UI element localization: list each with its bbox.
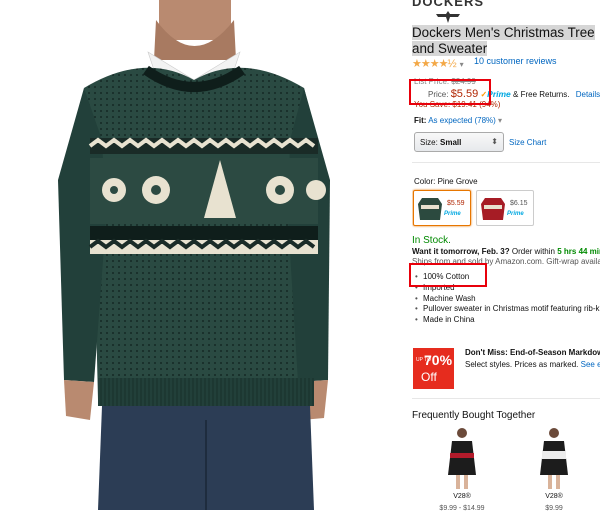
list-item: Pullover sweater in Christmas motif feat… xyxy=(415,304,600,315)
size-select[interactable]: Size: Small ⬍ xyxy=(414,132,504,152)
color-swatch-red[interactable]: $6.15 Prime xyxy=(476,190,534,226)
star-rating[interactable]: ★★★★½ ▾ xyxy=(412,57,464,70)
fbt-item-price: $9.99 xyxy=(545,505,563,512)
promo-badge[interactable]: UP TO 70% Off xyxy=(413,348,454,389)
divider xyxy=(412,162,600,163)
price-highlight-box xyxy=(409,79,491,105)
promo-link[interactable]: See el xyxy=(581,360,600,369)
fbt-item-price: $9.99 - $14.99 xyxy=(439,505,485,512)
material-highlight-box xyxy=(409,263,487,287)
product-details-panel: DOCKERS Dockers Men's Christmas Tree and… xyxy=(412,0,600,515)
list-item: Machine Wash xyxy=(415,294,600,305)
stock-status: In Stock. xyxy=(412,235,451,246)
delivery-estimate: Want it tomorrow, Feb. 3? Order within 5… xyxy=(412,247,600,256)
sweater-thumbnail-icon xyxy=(418,198,442,220)
fbt-item-name[interactable]: V28® xyxy=(524,493,584,500)
fbt-item-image[interactable] xyxy=(524,427,584,489)
list-item: Made in China xyxy=(415,315,600,326)
free-returns-text: & Free Returns. xyxy=(513,90,570,99)
fit-info: Fit: As expected (78%) ▾ xyxy=(414,116,503,125)
chevron-down-icon[interactable]: ▾ xyxy=(460,60,464,69)
promo-body: Select styles. Prices as marked. See el xyxy=(465,360,600,369)
product-title: Dockers Men's Christmas Tree and Sweater xyxy=(412,25,595,56)
color-label: Color: Pine Grove xyxy=(414,177,478,186)
fit-link[interactable]: As expected (78%) xyxy=(428,116,496,125)
frequently-bought-together-title: Frequently Bought Together xyxy=(412,410,536,421)
fbt-item-image[interactable] xyxy=(432,427,492,489)
product-image[interactable] xyxy=(44,0,364,510)
chevron-updown-icon: ⬍ xyxy=(491,137,498,146)
chevron-down-icon[interactable]: ▾ xyxy=(498,116,502,125)
fbt-item-name[interactable]: V28® xyxy=(432,493,492,500)
details-link[interactable]: Details xyxy=(576,90,600,99)
color-swatch-pine-grove[interactable]: $5.59 Prime xyxy=(413,190,471,226)
size-chart-link[interactable]: Size Chart xyxy=(509,138,546,147)
customer-reviews-link[interactable]: 10 customer reviews xyxy=(474,56,557,66)
divider xyxy=(412,398,600,399)
promo-headline: Don't Miss: End-of-Season Markdown xyxy=(465,348,600,357)
brand-logo[interactable]: DOCKERS xyxy=(412,0,484,9)
sweater-thumbnail-icon xyxy=(481,198,505,220)
brand-wings-icon xyxy=(436,11,460,23)
